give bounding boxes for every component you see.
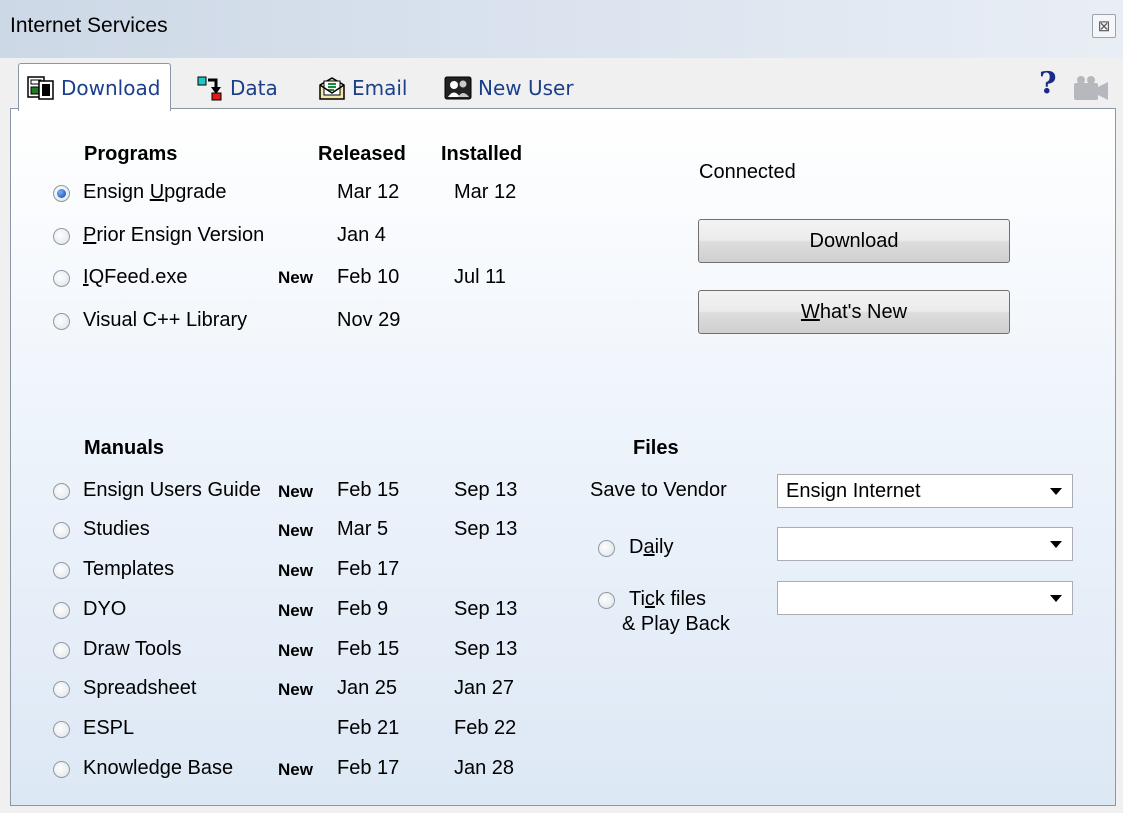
manual-released: Feb 17 bbox=[337, 558, 400, 580]
download-panel: Programs Released Installed Ensign Upgra… bbox=[10, 108, 1116, 806]
manual-radio[interactable] bbox=[53, 642, 70, 659]
released-header: Released bbox=[318, 143, 406, 165]
manual-radio[interactable] bbox=[53, 562, 70, 579]
vendor-select-value: Ensign Internet bbox=[786, 480, 921, 502]
chevron-down-icon[interactable] bbox=[1050, 541, 1062, 548]
manual-radio[interactable] bbox=[53, 483, 70, 500]
program-label: IQFeed.exe bbox=[83, 266, 188, 288]
manual-label: Studies bbox=[83, 518, 150, 540]
window-title: Internet Services bbox=[10, 14, 168, 37]
manual-label: Ensign Users Guide bbox=[83, 479, 261, 501]
close-button[interactable]: ⊠ bbox=[1092, 14, 1116, 38]
manual-label: Knowledge Base bbox=[83, 757, 234, 779]
manuals-header: Manuals bbox=[84, 437, 165, 459]
tab-strip: Download Data Email New User ? bbox=[0, 58, 1123, 111]
manual-released: Feb 15 bbox=[337, 638, 400, 660]
program-released: Feb 10 bbox=[337, 266, 400, 288]
manual-radio[interactable] bbox=[53, 761, 70, 778]
chevron-down-icon[interactable] bbox=[1050, 595, 1062, 602]
data-icon bbox=[197, 76, 222, 101]
program-released: Jan 4 bbox=[337, 224, 386, 246]
tick-files-label: Tick files bbox=[629, 588, 707, 610]
program-label: Ensign Upgrade bbox=[83, 181, 227, 203]
program-label: Visual C++ Library bbox=[83, 309, 248, 331]
manual-label: ESPL bbox=[83, 717, 135, 739]
program-installed: Jul 11 bbox=[454, 266, 506, 288]
program-radio[interactable] bbox=[53, 185, 70, 202]
new-badge: New bbox=[278, 268, 313, 287]
internet-services-window: Internet Services ⊠ Download Data Email … bbox=[0, 0, 1123, 813]
new-badge: New bbox=[278, 561, 313, 580]
email-icon bbox=[319, 77, 345, 100]
tab-label: Email bbox=[352, 76, 408, 100]
program-radio[interactable] bbox=[53, 313, 70, 330]
tab-label: Download bbox=[61, 75, 161, 100]
download-button[interactable]: Download bbox=[698, 219, 1010, 263]
manual-released: Feb 21 bbox=[337, 717, 400, 739]
manual-radio[interactable] bbox=[53, 522, 70, 539]
tab-new-user[interactable]: New User bbox=[444, 68, 574, 108]
tab-download[interactable]: Download bbox=[18, 63, 172, 111]
help-icon[interactable]: ? bbox=[1039, 66, 1057, 101]
manual-released: Mar 5 bbox=[337, 518, 389, 540]
manual-released: Jan 25 bbox=[337, 677, 398, 699]
manual-released: Feb 17 bbox=[337, 757, 400, 779]
new-user-icon bbox=[444, 76, 472, 100]
vendor-select[interactable]: Ensign Internet bbox=[777, 474, 1073, 508]
manual-label: Templates bbox=[83, 558, 175, 580]
camera-icon[interactable] bbox=[1070, 74, 1110, 102]
program-released: Nov 29 bbox=[337, 309, 401, 331]
new-badge: New bbox=[278, 680, 313, 699]
program-radio[interactable] bbox=[53, 228, 70, 245]
files-header: Files bbox=[633, 437, 679, 459]
new-badge: New bbox=[278, 601, 313, 620]
new-badge: New bbox=[278, 482, 313, 501]
new-badge: New bbox=[278, 641, 313, 660]
manual-installed: Sep 13 bbox=[454, 518, 518, 540]
manual-label: Draw Tools bbox=[83, 638, 182, 660]
manual-installed: Sep 13 bbox=[454, 479, 518, 501]
new-badge: New bbox=[278, 760, 313, 779]
chevron-down-icon[interactable] bbox=[1050, 488, 1062, 495]
manual-released: Feb 15 bbox=[337, 479, 400, 501]
daily-radio[interactable] bbox=[598, 540, 615, 557]
manual-label: DYO bbox=[83, 598, 127, 620]
program-radio[interactable] bbox=[53, 270, 70, 287]
manual-radio[interactable] bbox=[53, 721, 70, 738]
connection-status: Connected bbox=[699, 161, 796, 183]
tab-label: New User bbox=[478, 76, 574, 100]
manual-installed: Jan 27 bbox=[454, 677, 515, 699]
tab-email[interactable]: Email bbox=[318, 68, 408, 108]
manual-radio[interactable] bbox=[53, 681, 70, 698]
save-to-vendor-label: Save to Vendor bbox=[590, 479, 727, 501]
manual-installed: Jan 28 bbox=[454, 757, 515, 779]
programs-header: Programs bbox=[84, 143, 178, 165]
tick-files-radio[interactable] bbox=[598, 592, 615, 609]
tab-data[interactable]: Data bbox=[196, 68, 278, 108]
program-released: Mar 12 bbox=[337, 181, 400, 203]
manual-released: Feb 9 bbox=[337, 598, 389, 620]
tab-label: Data bbox=[230, 76, 278, 100]
tick-files-select[interactable] bbox=[777, 581, 1073, 615]
title-bar[interactable]: Internet Services ⊠ bbox=[0, 0, 1123, 58]
manual-label: Spreadsheet bbox=[83, 677, 197, 699]
manual-installed: Sep 13 bbox=[454, 638, 518, 660]
manual-installed: Feb 22 bbox=[454, 717, 517, 739]
program-label: Prior Ensign Version bbox=[83, 224, 265, 246]
play-back-label: & Play Back bbox=[622, 613, 730, 635]
manual-installed: Sep 13 bbox=[454, 598, 518, 620]
program-installed: Mar 12 bbox=[454, 181, 517, 203]
daily-select[interactable] bbox=[777, 527, 1073, 561]
installed-header: Installed bbox=[441, 143, 523, 165]
whats-new-button[interactable]: What's New bbox=[698, 290, 1010, 334]
download-icon bbox=[27, 75, 54, 100]
daily-label: Daily bbox=[629, 536, 674, 558]
manual-radio[interactable] bbox=[53, 602, 70, 619]
new-badge: New bbox=[278, 521, 313, 540]
